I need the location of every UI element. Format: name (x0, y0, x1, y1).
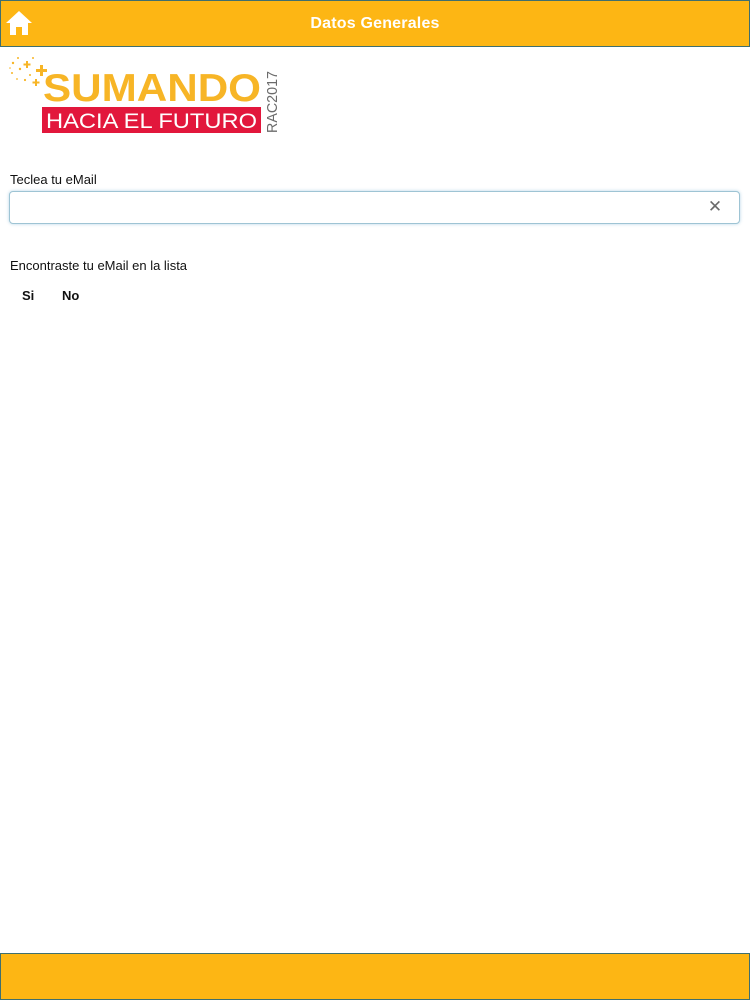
sumando-logo: SUMANDO HACIA EL FUTURO RAC2017 (8, 55, 283, 139)
header-bar: Datos Generales (0, 0, 750, 47)
email-field: ✕ (9, 191, 740, 224)
option-yes[interactable]: Si (22, 288, 34, 303)
page-title: Datos Generales (310, 15, 440, 32)
logo-side-text: RAC2017 (264, 71, 281, 133)
email-input[interactable] (10, 192, 700, 223)
close-icon: ✕ (707, 197, 723, 216)
found-question-label: Encontraste tu eMail en la lista (10, 258, 188, 273)
email-label: Teclea tu eMail (10, 172, 97, 187)
footer-bar (0, 953, 750, 1000)
logo-line2: HACIA EL FUTURO (46, 110, 257, 133)
option-no[interactable]: No (62, 288, 79, 303)
logo-line1: SUMANDO (43, 67, 261, 110)
clear-input-button[interactable]: ✕ (705, 197, 725, 217)
app-screen: Datos Generales SUMANDO HACIA EL FUTURO … (0, 0, 750, 1000)
